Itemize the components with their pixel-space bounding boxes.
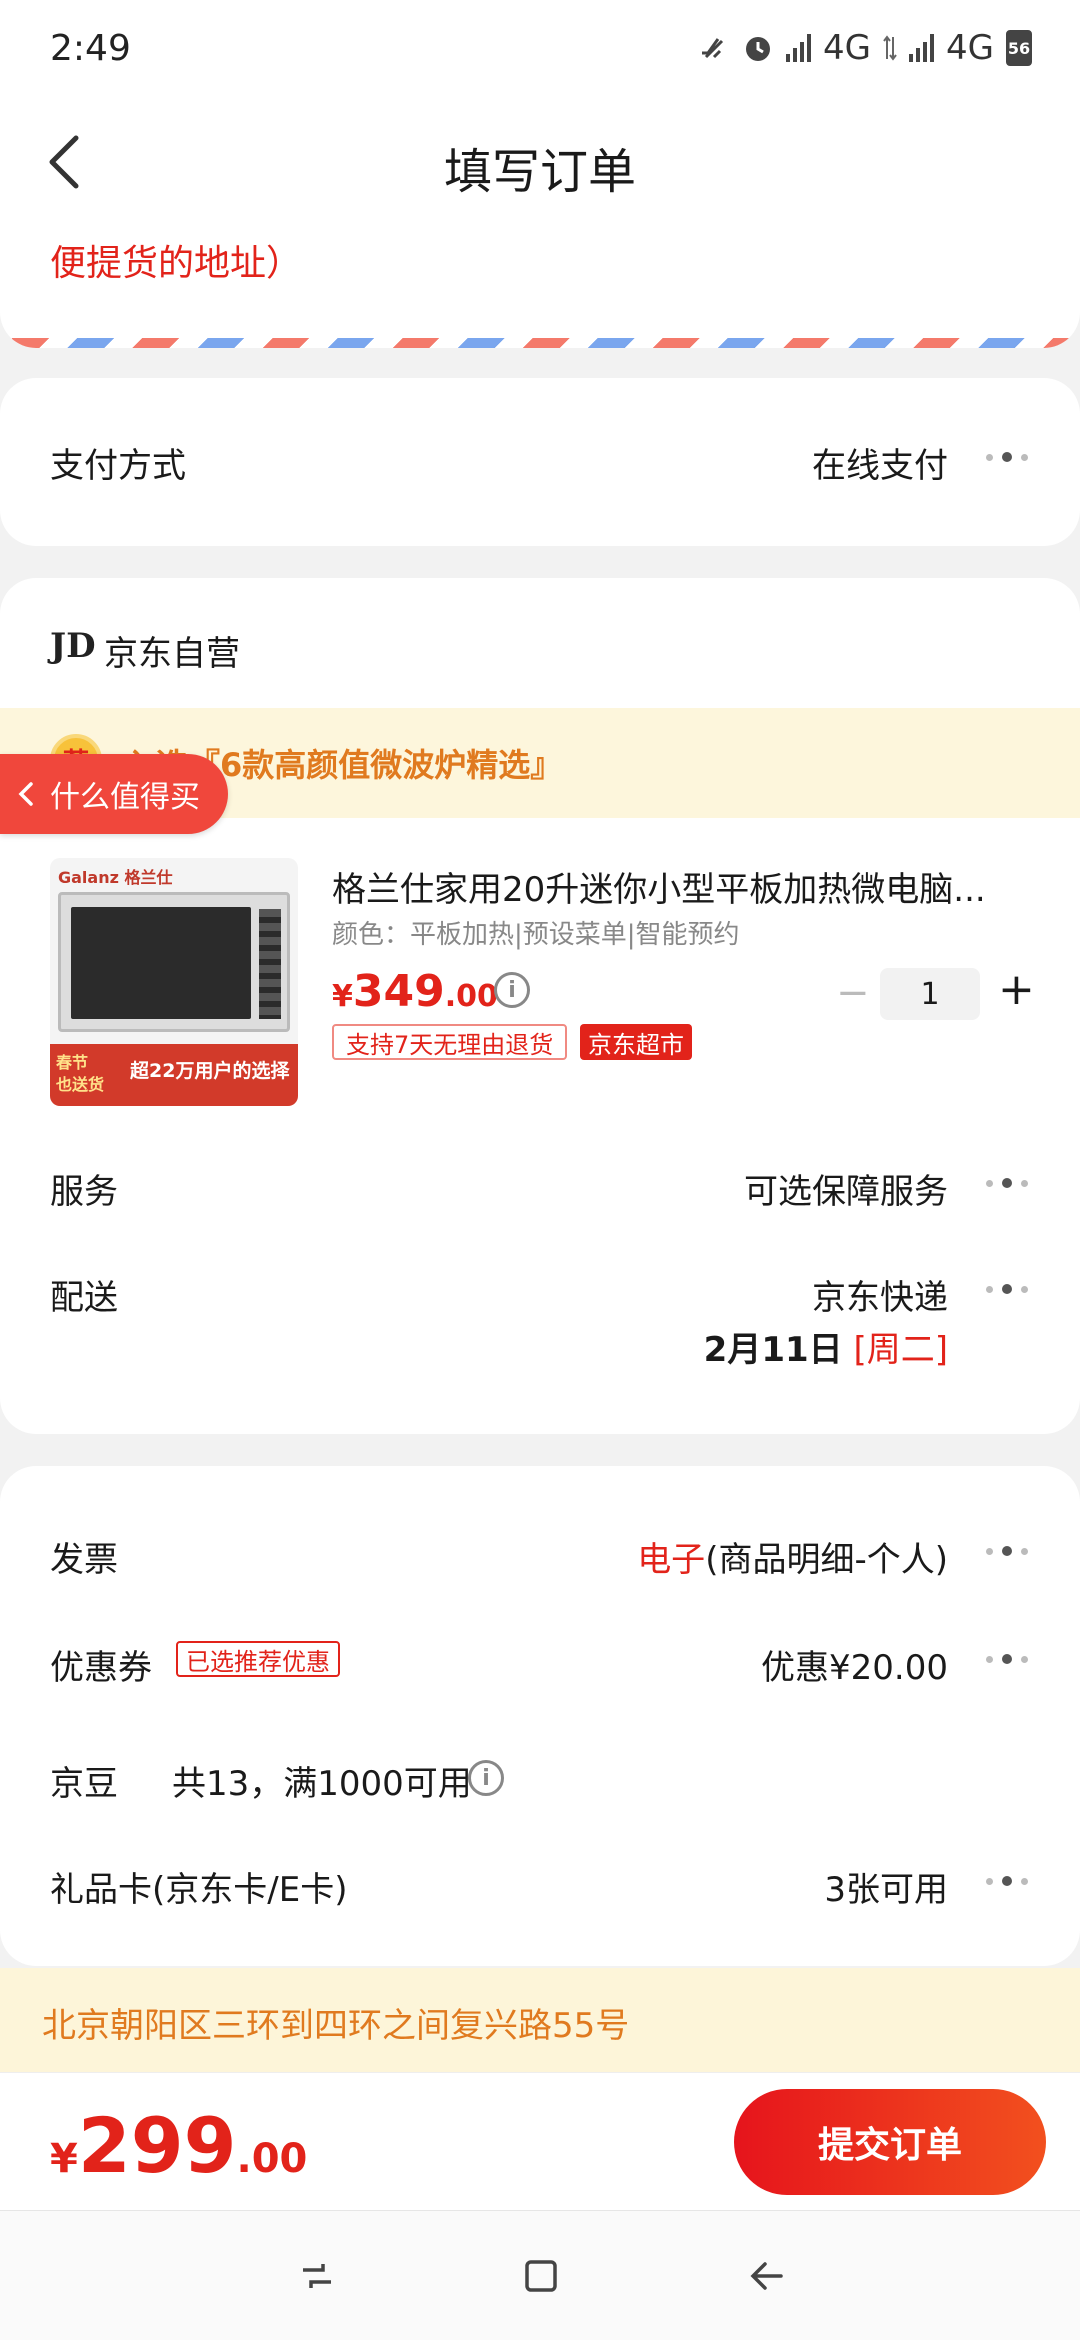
mute-icon [702, 38, 724, 59]
beans-value: 共13，满1000可用 [172, 1764, 472, 1804]
beans-info-icon[interactable]: i [468, 1760, 504, 1796]
jd-supermarket-tag: 京东超市 [580, 1024, 692, 1060]
more-icon[interactable] [986, 1178, 1028, 1188]
service-value: 可选保障服务 [744, 1172, 948, 1212]
shop-name: 京东自营 [104, 634, 240, 674]
microwave-illustration [58, 892, 290, 1032]
airmail-border [0, 338, 1080, 348]
address-footer-text: 北京朝阳区三环到四环之间复兴路55号 [42, 2006, 630, 2046]
service-label: 服务 [50, 1172, 118, 1212]
home-button[interactable] [516, 2251, 566, 2301]
invoice-value: 电子(商品明细-个人) [637, 1540, 948, 1580]
quantity-decrease-button[interactable]: − [836, 970, 870, 1016]
delivery-value: 京东快递 [812, 1278, 948, 1318]
return-policy-tag: 支持7天无理由退货 [332, 1024, 568, 1060]
coupon-label: 优惠券 [50, 1648, 152, 1688]
submit-order-button[interactable]: 提交订单 [734, 2089, 1046, 2195]
product-price: ¥349.00 [332, 966, 498, 1017]
system-nav-bar [0, 2210, 1080, 2340]
payment-card[interactable]: 支付方式 在线支付 [0, 378, 1080, 546]
payment-value: 在线支付 [812, 446, 948, 486]
signal-icon-2 [909, 34, 935, 62]
worth-buying-tag[interactable]: 什么值得买 [0, 754, 228, 834]
data-transfer-icon [883, 35, 897, 61]
home-icon [525, 2260, 557, 2292]
address-text: 便提货的地址） [50, 243, 303, 284]
payment-label: 支付方式 [50, 446, 186, 486]
coupon-value: 优惠¥20.00 [761, 1648, 948, 1688]
delivery-label: 配送 [50, 1278, 118, 1318]
status-icons: 4G 4G 56 [696, 28, 1032, 68]
more-icon[interactable] [986, 1876, 1028, 1886]
total-price: ¥299.00 [50, 2101, 308, 2190]
system-back-button[interactable] [742, 2251, 792, 2301]
jd-logo: JD [50, 626, 96, 666]
more-icon[interactable] [986, 1654, 1028, 1664]
product-image[interactable]: Galanz 格兰仕 春节 也送货 超22万用户的选择 [50, 858, 298, 1106]
quantity-value[interactable]: 1 [880, 968, 980, 1020]
worth-buying-label: 什么值得买 [50, 780, 200, 815]
product-title[interactable]: 格兰仕家用20升迷你小型平板加热微电脑... [332, 862, 1032, 911]
invoice-label: 发票 [50, 1540, 118, 1580]
quantity-increase-button[interactable]: + [998, 964, 1035, 1015]
giftcard-value: 3张可用 [824, 1870, 948, 1910]
recent-apps-icon [303, 2264, 331, 2288]
product-image-slogan: 超22万用户的选择 [130, 1060, 290, 1082]
battery-icon: 56 [1006, 30, 1032, 66]
coupon-tag: 已选推荐优惠 [176, 1641, 340, 1677]
status-bar: 2:49 4G 4G 56 [0, 0, 1080, 96]
more-icon[interactable] [986, 1284, 1028, 1294]
price-info-icon[interactable]: i [494, 972, 530, 1008]
network-type-1: 4G [823, 28, 872, 68]
address-footer[interactable]: 北京朝阳区三环到四环之间复兴路55号 [0, 1968, 1080, 2072]
address-card[interactable]: 便提货的地址） [0, 222, 1080, 348]
product-image-brand: Galanz 格兰仕 [58, 868, 173, 887]
recent-apps-button[interactable] [292, 2251, 342, 2301]
chevron-left-icon [18, 782, 33, 806]
more-icon[interactable] [986, 452, 1028, 462]
product-image-badge: 春节 也送货 [56, 1053, 105, 1094]
network-type-2: 4G [946, 28, 994, 68]
signal-icon [786, 34, 812, 62]
product-spec: 颜色：平板加热|预设菜单|智能预约 [332, 920, 740, 950]
delivery-date: 2月11日 [周二] [703, 1330, 948, 1370]
back-arrow-icon [750, 2262, 783, 2290]
alarm-icon [746, 37, 771, 61]
status-time: 2:49 [50, 27, 131, 69]
product-image-strip: 春节 也送货 超22万用户的选择 [50, 1044, 298, 1106]
page-title: 填写订单 [443, 144, 636, 200]
checkout-bar: ¥299.00 提交订单 [0, 2072, 1080, 2210]
beans-label: 京豆 [50, 1764, 118, 1804]
giftcard-label: 礼品卡(京东卡/E卡) [50, 1870, 348, 1910]
more-icon[interactable] [986, 1546, 1028, 1556]
nav-bar: 填写订单 [0, 96, 1080, 228]
